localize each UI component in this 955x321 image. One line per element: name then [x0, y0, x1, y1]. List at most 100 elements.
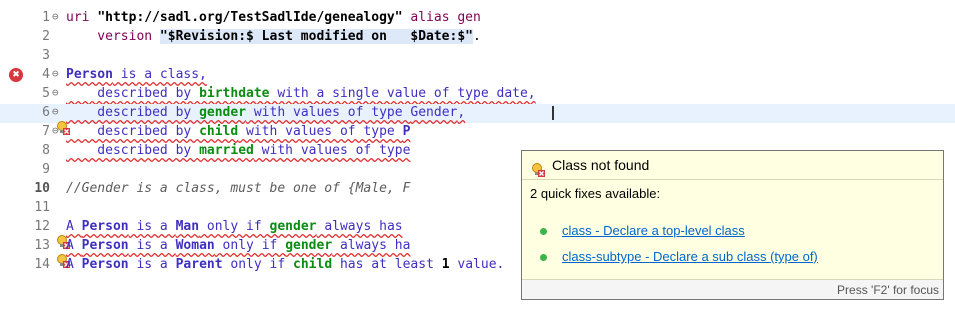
- code-line[interactable]: 1 ⊖ uri "http://sadl.org/TestSadlIde/gen…: [0, 9, 955, 28]
- unresolved-class: Gender: [410, 105, 458, 120]
- quick-fix-link-class[interactable]: class - Declare a top-level class: [562, 223, 745, 238]
- code-line[interactable]: 7 ⊖ described by child with values of ty…: [0, 123, 955, 142]
- code-fragment: only if: [199, 219, 270, 234]
- line-number: 4: [42, 67, 50, 82]
- line-number: 8: [42, 143, 50, 158]
- code-fragment: only if: [222, 257, 294, 272]
- code-text: described by birthdate with a single val…: [66, 86, 536, 101]
- keyword: version: [66, 29, 160, 44]
- code-fragment: always has: [316, 219, 403, 234]
- code-text: A Person is a Man only if gender always …: [66, 219, 403, 234]
- line-number: 2: [42, 29, 50, 44]
- code-fragment: described by: [66, 143, 200, 158]
- lightbulb-error-icon: [531, 158, 545, 177]
- code-line[interactable]: ✖ 4 ⊖ Person is a class,: [0, 66, 955, 85]
- string-literal: "http://sadl.org/TestSadlIde/genealogy": [97, 10, 403, 25]
- line-number: 10: [34, 181, 50, 196]
- green-dot-icon: [540, 254, 547, 262]
- popup-title: Class not found: [552, 157, 650, 173]
- property-name: gender: [285, 238, 333, 253]
- code-fragment: with a single value of type date,: [269, 86, 536, 101]
- code-line[interactable]: 3: [0, 47, 955, 66]
- line-number: 14: [34, 257, 50, 272]
- lightbulb-error-icon[interactable]: [9, 239, 70, 268]
- property-name: child: [199, 124, 239, 139]
- class-name: P: [402, 124, 411, 139]
- code-line[interactable]: 5 ⊖ described by birthdate with a single…: [0, 85, 955, 104]
- class-name: Woman: [175, 238, 215, 253]
- popup-footer: Press 'F2' for focus: [522, 279, 943, 299]
- fold-icon[interactable]: ⊖: [52, 10, 59, 23]
- code-fragment: described by: [66, 124, 200, 139]
- code-fragment: is a class,: [112, 67, 207, 82]
- class-name: Person: [81, 219, 129, 234]
- code-line-current[interactable]: 6 ⊖ described by gender with values of t…: [0, 104, 955, 135]
- line-number: 1: [42, 10, 50, 25]
- code-fragment: A: [66, 257, 82, 272]
- code-fragment: with values of type: [238, 124, 403, 139]
- keyword: uri: [66, 10, 98, 25]
- code-fragment: described by: [66, 105, 200, 120]
- fold-icon[interactable]: ⊖: [52, 67, 59, 80]
- class-name: Person: [81, 257, 129, 272]
- class-name: Parent: [175, 257, 223, 272]
- code-text: uri "http://sadl.org/TestSadlIde/genealo…: [66, 10, 481, 25]
- comment: //Gender is a class, must be one of {Mal…: [66, 181, 411, 196]
- keyword: alias gen: [402, 10, 481, 25]
- code-text: A Person is a Woman only if gender alway…: [66, 238, 410, 253]
- code-fragment: A: [66, 238, 82, 253]
- lightbulb-error-icon[interactable]: [9, 220, 70, 249]
- code-text: version "$Revision:$ Last modified on $D…: [66, 29, 481, 44]
- property-name: birthdate: [199, 86, 270, 101]
- code-fragment: A: [66, 219, 82, 234]
- code-fragment: is a: [128, 219, 176, 234]
- green-dot-icon: [540, 228, 547, 236]
- line-number: 7: [42, 124, 50, 139]
- error-icon[interactable]: ✖: [9, 68, 23, 82]
- code-fragment: only if: [214, 238, 286, 253]
- property-name: gender: [199, 105, 247, 120]
- quick-fix-link-class-subtype[interactable]: class-subtype - Declare a sub class (typ…: [562, 249, 818, 264]
- line-number: 13: [34, 238, 50, 253]
- property-name: married: [199, 143, 254, 158]
- quick-fix-item[interactable]: class-subtype - Declare a sub class (typ…: [540, 249, 818, 264]
- string-literal: "$Revision:$ Last modified on $Date:$": [159, 29, 473, 44]
- line-number: 12: [34, 219, 50, 234]
- code-fragment: with values of type: [246, 105, 411, 120]
- class-name: Person: [66, 67, 113, 82]
- code-fragment: has at least: [332, 257, 442, 272]
- popup-subtitle: 2 quick fixes available:: [530, 186, 661, 201]
- code-text: described by child with values of type P: [66, 124, 410, 139]
- text-caret: [552, 106, 554, 120]
- property-name: gender: [269, 219, 317, 234]
- code-fragment: is a: [128, 257, 176, 272]
- code-fragment: is a: [128, 238, 176, 253]
- line-number: 3: [42, 48, 50, 63]
- lightbulb-error-icon[interactable]: [9, 106, 70, 135]
- code-line[interactable]: 2 version "$Revision:$ Last modified on …: [0, 28, 955, 47]
- code-text: Person is a class,: [66, 67, 207, 82]
- line-number: 5: [42, 86, 50, 101]
- quick-fix-popup[interactable]: Class not found 2 quick fixes available:…: [521, 150, 944, 300]
- class-name: Person: [81, 238, 129, 253]
- fold-icon[interactable]: ⊖: [52, 124, 59, 137]
- popup-header: Class not found: [522, 151, 943, 180]
- line-number: 6: [42, 105, 50, 120]
- punctuation: ,: [457, 105, 466, 120]
- line-number: 9: [42, 162, 50, 177]
- class-name: Man: [175, 219, 200, 234]
- quick-fix-item[interactable]: class - Declare a top-level class: [540, 223, 745, 238]
- code-fragment: described by: [66, 86, 200, 101]
- fold-icon[interactable]: ⊖: [52, 86, 59, 99]
- property-name: child: [293, 257, 333, 272]
- fold-icon[interactable]: ⊖: [52, 105, 59, 118]
- line-number: 11: [34, 200, 50, 215]
- code-text: A Person is a Parent only if child has a…: [66, 257, 504, 272]
- number-literal: 1: [441, 257, 450, 272]
- code-fragment: with values of type: [253, 143, 411, 158]
- code-fragment: value.: [449, 257, 505, 272]
- code-text: described by gender with values of type …: [66, 105, 465, 120]
- code-text: described by married with values of type: [66, 143, 410, 158]
- code-fragment: always ha: [332, 238, 411, 253]
- punctuation: .: [473, 29, 481, 44]
